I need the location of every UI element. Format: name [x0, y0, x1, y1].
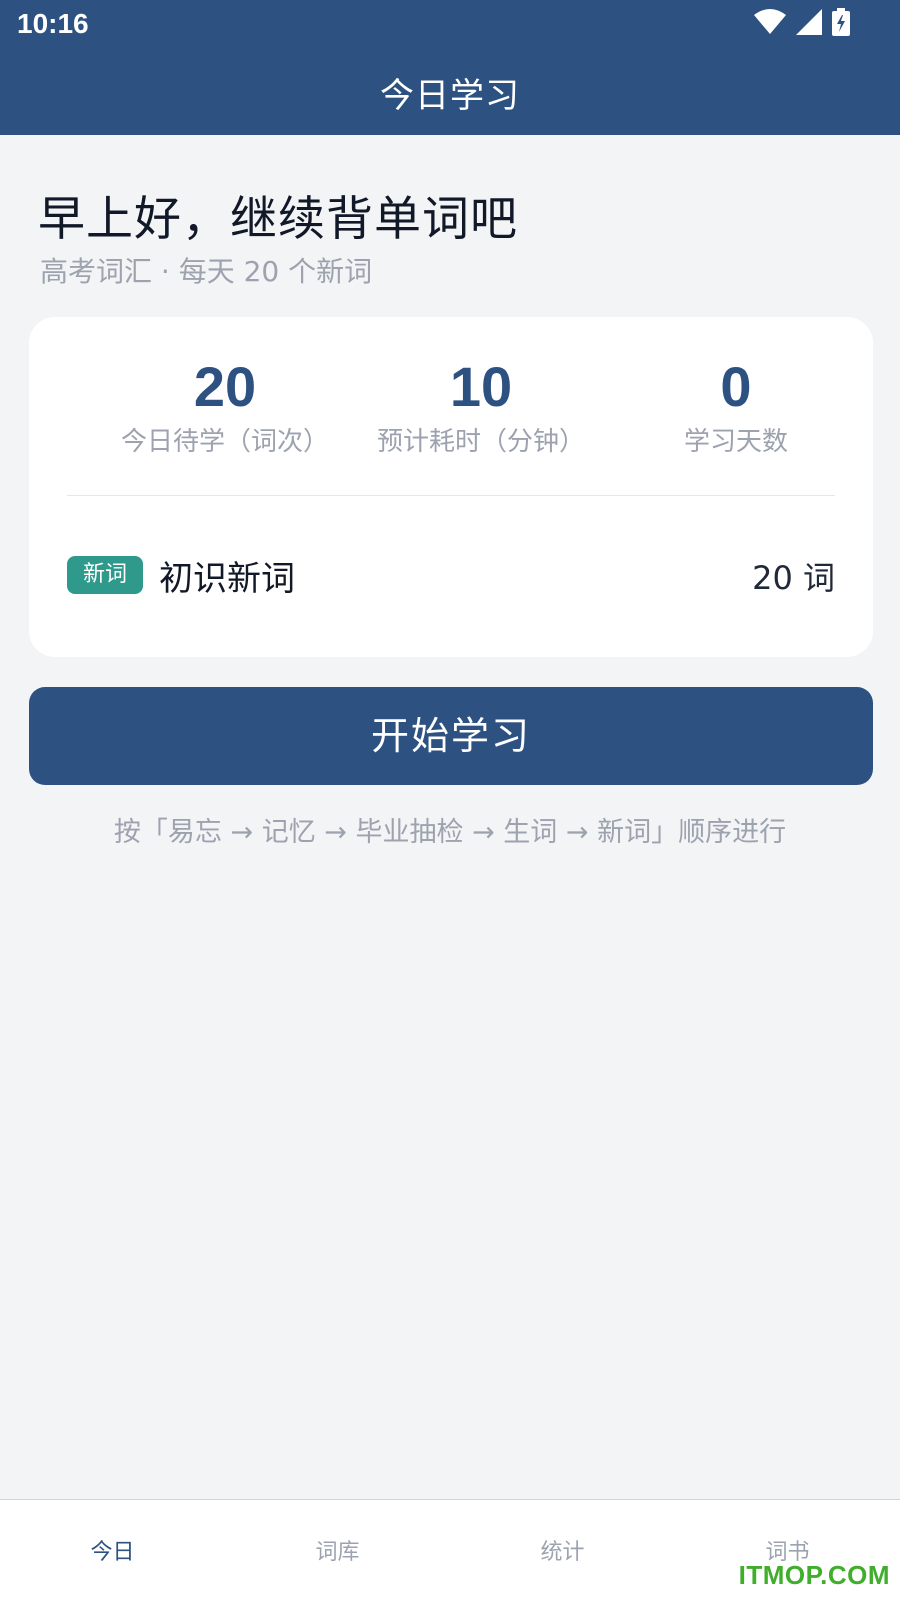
stat-study-days: 0 学习天数 — [606, 355, 866, 458]
greeting-title: 早上好，继续背单词吧 — [38, 192, 518, 247]
page-title: 今日学习 — [380, 76, 520, 116]
new-word-row-label: 初识新词 — [159, 559, 295, 599]
start-learning-button[interactable]: 开始学习 — [29, 687, 873, 785]
stat-value: 10 — [449, 355, 513, 418]
stat-label: 今日待学（词次） — [120, 427, 329, 457]
stat-value: 0 — [720, 355, 752, 418]
study-order-hint: 按「易忘 → 记忆 → 毕业抽检 → 生词 → 新词」顺序进行 — [113, 817, 787, 848]
stat-pending-words: 20 今日待学（词次） — [95, 355, 355, 458]
stat-label: 学习天数 — [683, 427, 788, 457]
cell-signal-icon — [796, 9, 822, 35]
stat-estimated-time: 10 预计耗时（分钟） — [351, 355, 611, 458]
nav-word-bank[interactable]: 词库 — [225, 1500, 450, 1600]
nav-statistics[interactable]: 统计 — [450, 1500, 675, 1600]
nav-today[interactable]: 今日 — [0, 1500, 225, 1600]
stat-value: 20 — [193, 355, 257, 418]
summary-card: 20 今日待学（词次） 10 预计耗时（分钟） 0 学习天数 新词 初识新词 2… — [29, 317, 873, 657]
wifi-icon — [754, 9, 786, 35]
new-word-row-count: 20 词 — [752, 559, 835, 597]
battery-charging-icon — [832, 8, 850, 36]
card-divider — [67, 495, 835, 496]
site-watermark: ITMOP.COM — [738, 1560, 890, 1590]
new-word-badge: 新词 — [67, 556, 143, 594]
status-icons — [754, 8, 850, 36]
app-bar: 10:16 今日学习 — [0, 0, 900, 135]
greeting-subtitle: 高考词汇 · 每天 20 个新词 — [40, 255, 373, 288]
status-time: 10:16 — [17, 8, 89, 39]
stat-label: 预计耗时（分钟） — [376, 427, 585, 457]
status-bar: 10:16 — [0, 0, 900, 50]
